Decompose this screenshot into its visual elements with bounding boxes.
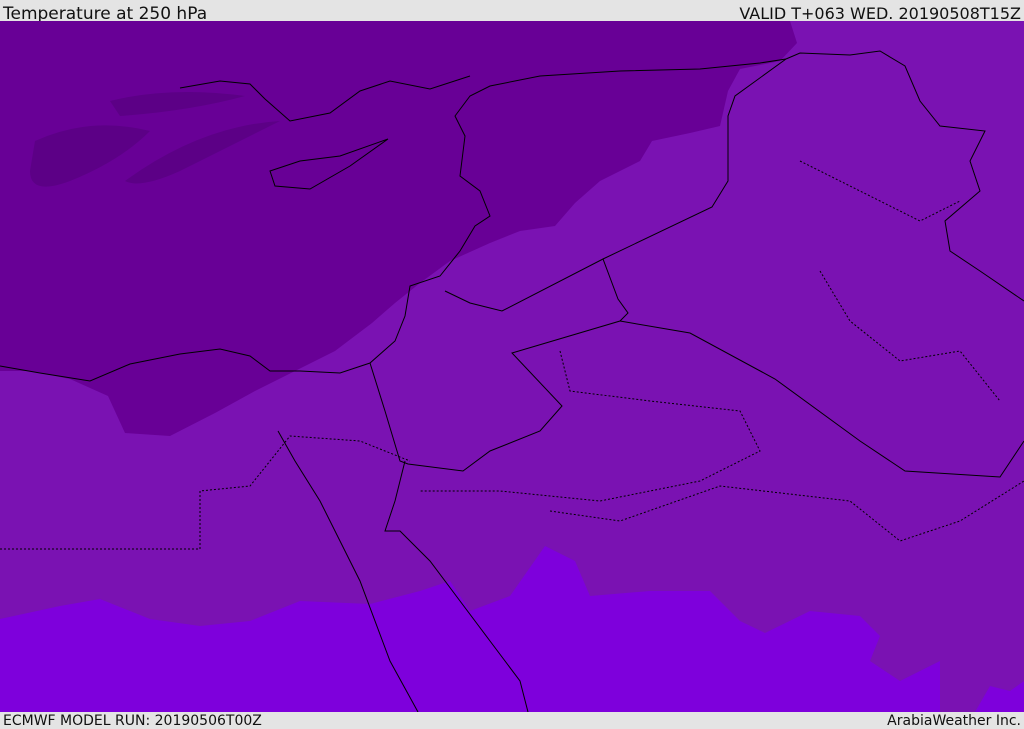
brand-label: ArabiaWeather Inc. — [887, 713, 1021, 729]
footer-bar: ECMWF MODEL RUN: 20190506T00Z ArabiaWeat… — [0, 712, 1024, 729]
header-bar: Temperature at 250 hPa VALID T+063 WED. … — [0, 0, 1024, 24]
temperature-map — [0, 21, 1024, 712]
model-run: ECMWF MODEL RUN: 20190506T00Z — [3, 713, 262, 729]
